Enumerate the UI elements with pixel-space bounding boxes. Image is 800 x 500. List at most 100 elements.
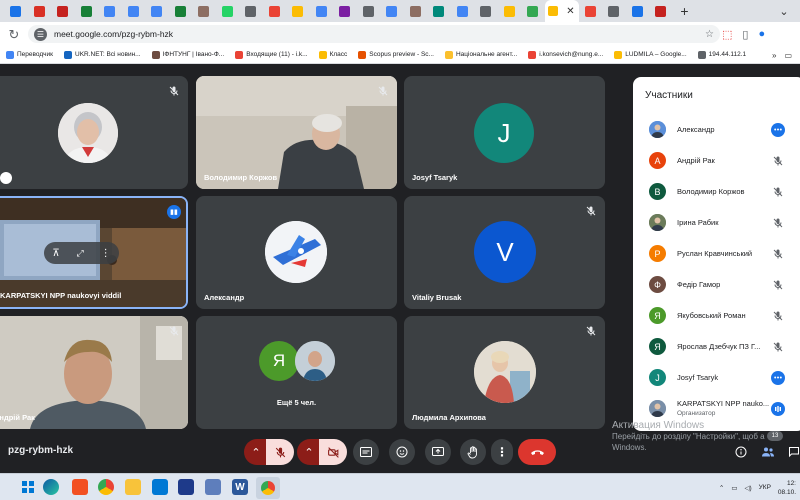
tab-8[interactable]: [192, 0, 216, 22]
all-bookmarks-icon[interactable]: ▭: [784, 51, 792, 60]
bookmarks-more-button[interactable]: »: [772, 51, 776, 60]
word-icon[interactable]: [205, 479, 221, 495]
captions-button[interactable]: [353, 439, 379, 465]
mic-off-icon[interactable]: [772, 309, 785, 322]
tab-active-meet[interactable]: ✕: [544, 0, 579, 22]
reactions-button[interactable]: [389, 439, 415, 465]
tab-10[interactable]: [239, 0, 263, 22]
word-doc-icon[interactable]: W: [232, 479, 248, 495]
bookmark-item[interactable]: Класс: [318, 50, 347, 59]
camera-toggle-button[interactable]: [319, 439, 347, 465]
participant-row[interactable]: J Josyf Tsaryk: [633, 362, 800, 393]
tab-5[interactable]: [122, 0, 146, 22]
participant-tile[interactable]: J Josyf Tsaryk: [404, 76, 605, 189]
mic-off-icon[interactable]: [772, 185, 785, 198]
participant-row[interactable]: Ф Федір Гамор: [633, 269, 800, 300]
more-options-button[interactable]: ⋮: [491, 439, 513, 465]
participant-row[interactable]: Александр: [633, 114, 800, 145]
participant-tile[interactable]: Людмила Архипова: [404, 316, 605, 429]
leave-call-button[interactable]: [518, 439, 556, 465]
speaking-icon[interactable]: [771, 401, 785, 416]
bookmark-item[interactable]: Scopus preview - Sc...: [358, 50, 434, 59]
tab-17[interactable]: [404, 0, 428, 22]
side-panel-icon[interactable]: ▯: [742, 28, 748, 41]
bookmark-item[interactable]: Національне агент...: [444, 50, 517, 59]
participant-tile[interactable]: Александр: [196, 196, 397, 309]
participant-row[interactable]: Я Ярослав Дзебчук ПЗ Г...: [633, 331, 800, 362]
mail-icon[interactable]: [152, 479, 168, 495]
mic-toggle-button[interactable]: [266, 439, 294, 465]
tab-after-3[interactable]: [649, 0, 673, 22]
extension-icon[interactable]: ⬚: [722, 28, 732, 41]
new-tab-button[interactable]: +: [673, 3, 697, 19]
volume-icon[interactable]: ◁): [744, 484, 751, 492]
tab-1[interactable]: [28, 0, 52, 22]
profile-icon[interactable]: ●: [758, 28, 765, 40]
tab-20[interactable]: [474, 0, 498, 22]
bookmark-item[interactable]: Входящие (11) - i.k...: [235, 50, 308, 59]
chrome-active-icon[interactable]: [256, 477, 280, 499]
edge-icon[interactable]: [43, 479, 59, 495]
participants-button[interactable]: [757, 439, 779, 465]
tab-14[interactable]: [333, 0, 357, 22]
omnibox[interactable]: ☰ meet.google.com/pzg-rybm-hzk ☆: [28, 25, 720, 43]
participant-row[interactable]: Ірина Рабик: [633, 207, 800, 238]
participant-tile[interactable]: Володимир Коржов: [196, 76, 397, 189]
bookmark-item[interactable]: 194.44.112.1: [697, 50, 746, 59]
bookmark-item[interactable]: Переводчик: [6, 50, 53, 59]
bookmark-item[interactable]: ІФНТУНГ | Івано-Ф...: [151, 50, 224, 59]
participant-row[interactable]: Я Якубовський Роман: [633, 300, 800, 331]
tab-9[interactable]: [216, 0, 240, 22]
tab-19[interactable]: [451, 0, 475, 22]
tab-22[interactable]: [521, 0, 545, 22]
bookmark-item[interactable]: LUDMILA – Google...: [614, 50, 687, 59]
chat-button[interactable]: [783, 439, 800, 465]
tab-after-0[interactable]: [579, 0, 603, 22]
tab-11[interactable]: [263, 0, 287, 22]
tab-0[interactable]: [4, 0, 28, 22]
present-screen-button[interactable]: [425, 439, 451, 465]
mic-off-icon[interactable]: [772, 247, 785, 260]
tab-15[interactable]: [357, 0, 381, 22]
mic-off-icon[interactable]: [772, 340, 785, 353]
network-icon[interactable]: ▭: [731, 484, 737, 492]
tab-12[interactable]: [286, 0, 310, 22]
tab-13[interactable]: [310, 0, 334, 22]
clock[interactable]: 12: 08.10.: [778, 479, 796, 497]
bookmark-item[interactable]: i.konsevich@nung.e...: [528, 50, 603, 59]
audio-options-button[interactable]: ⌃: [244, 439, 268, 465]
start-menu-icon[interactable]: [20, 479, 36, 495]
bookmark-item[interactable]: UKR.NET: Всі новин...: [64, 50, 141, 59]
site-info-icon[interactable]: ☰: [34, 27, 47, 41]
participant-tile[interactable]: [0, 76, 188, 189]
participant-row[interactable]: В Володимир Коржов: [633, 176, 800, 207]
tab-after-1[interactable]: [602, 0, 626, 22]
participant-row[interactable]: А Андрій Рак: [633, 145, 800, 176]
meeting-details-button[interactable]: [730, 439, 752, 465]
floppy-save-icon[interactable]: [178, 479, 194, 495]
fit-icon[interactable]: ⤢: [77, 248, 84, 259]
reload-icon[interactable]: ↻: [4, 27, 24, 43]
tab-7[interactable]: [169, 0, 193, 22]
bookmark-star-icon[interactable]: ☆: [705, 29, 714, 40]
tab-search-icon[interactable]: ⌄: [772, 5, 796, 18]
mic-off-icon[interactable]: [772, 278, 785, 291]
participant-tile-active-speaker[interactable]: ⊼ ⤢ ⋮ ▮▮ KARPATSKYI NPP naukovyi viddil: [0, 196, 188, 309]
more-options-icon[interactable]: [771, 370, 785, 385]
close-tab-icon[interactable]: ✕: [566, 6, 574, 17]
tab-3[interactable]: [75, 0, 99, 22]
participant-row[interactable]: Р Руслан Кравчинський: [633, 238, 800, 269]
url-text[interactable]: meet.google.com/pzg-rybm-hzk: [54, 29, 173, 39]
video-options-button[interactable]: ⌃: [297, 439, 321, 465]
participant-tile[interactable]: Андрій Рак: [0, 316, 188, 429]
raise-hand-button[interactable]: [460, 439, 486, 465]
more-options-icon[interactable]: ⋮: [101, 248, 111, 259]
tab-21[interactable]: [498, 0, 522, 22]
tab-2[interactable]: [51, 0, 75, 22]
tab-4[interactable]: [98, 0, 122, 22]
tab-6[interactable]: [145, 0, 169, 22]
participant-tile[interactable]: V Vitaliy Brusak: [404, 196, 605, 309]
chrome-icon[interactable]: [98, 479, 114, 495]
language-indicator[interactable]: УКР: [759, 484, 771, 491]
pin-icon[interactable]: ⊼: [52, 248, 59, 259]
